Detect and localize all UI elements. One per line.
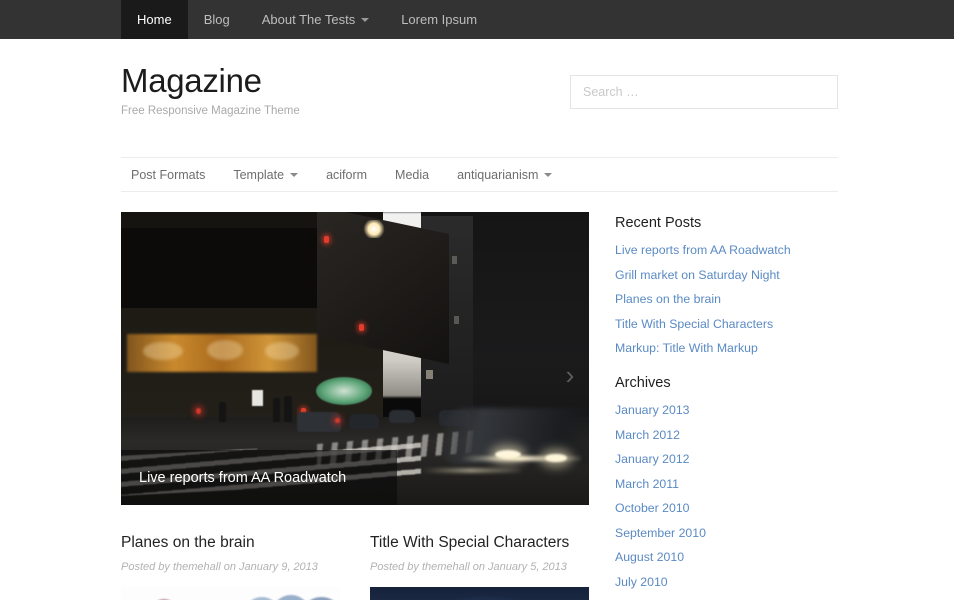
subnav-item-aciform[interactable]: aciform xyxy=(312,168,381,182)
nav-item-label: Home xyxy=(137,12,172,27)
recent-posts-list: Live reports from AA Roadwatch Grill mar… xyxy=(615,241,838,357)
widget-archives: Archives January 2013 March 2012 January… xyxy=(615,375,838,600)
page-inner: Magazine Free Responsive Magazine Theme … xyxy=(121,39,838,600)
post-meta: Posted by themehall on January 9, 2013 xyxy=(121,561,340,573)
winter-trees-image xyxy=(121,587,340,600)
list-item: Markup: Title With Markup xyxy=(615,339,838,357)
post-meta: Posted by themehall on January 5, 2013 xyxy=(370,561,589,573)
subnav-item-media[interactable]: Media xyxy=(381,168,443,182)
nav-item-label: About The Tests xyxy=(262,12,355,27)
nav-item-home[interactable]: Home xyxy=(121,0,188,39)
slider-next-arrow-icon[interactable]: › xyxy=(559,360,581,390)
light-trail xyxy=(421,468,521,473)
car xyxy=(389,410,415,423)
archive-link[interactable]: January 2012 xyxy=(615,452,690,466)
tail-light xyxy=(196,408,201,414)
recent-post-link[interactable]: Live reports from AA Roadwatch xyxy=(615,243,791,257)
widget-title: Recent Posts xyxy=(615,215,838,231)
archive-link[interactable]: October 2010 xyxy=(615,501,690,515)
subnav-item-post-formats[interactable]: Post Formats xyxy=(121,168,219,182)
page-wrapper: Magazine Free Responsive Magazine Theme … xyxy=(0,39,954,600)
list-item: Title With Special Characters xyxy=(615,315,838,333)
list-item: Grill market on Saturday Night xyxy=(615,266,838,284)
subnav-item-label: aciform xyxy=(326,168,367,182)
list-item: March 2011 xyxy=(615,475,838,493)
list-item: October 2010 xyxy=(615,499,838,517)
post-card: Planes on the brain Posted by themehall … xyxy=(121,533,340,600)
nav-item-label: Lorem Ipsum xyxy=(401,12,477,27)
recent-post-link[interactable]: Title With Special Characters xyxy=(615,317,773,331)
widget-title: Archives xyxy=(615,375,838,391)
recent-post-link[interactable]: Markup: Title With Markup xyxy=(615,341,758,355)
chevron-down-icon xyxy=(361,18,369,22)
list-item: March 2012 xyxy=(615,426,838,444)
subnav-item-label: Template xyxy=(233,168,284,182)
post-title[interactable]: Title With Special Characters xyxy=(370,533,589,553)
archive-link[interactable]: August 2010 xyxy=(615,550,684,564)
traffic-light xyxy=(324,236,329,243)
nav-item-about-the-tests[interactable]: About The Tests xyxy=(246,0,385,39)
light-trail xyxy=(461,456,581,461)
tail-light xyxy=(335,418,340,423)
dark-navy-image xyxy=(370,587,589,600)
branding: Magazine Free Responsive Magazine Theme xyxy=(121,61,300,117)
featured-caption-text: Live reports from AA Roadwatch xyxy=(139,470,346,486)
search-input[interactable] xyxy=(570,75,838,109)
list-item: August 2010 xyxy=(615,548,838,566)
featured-slider[interactable]: Live reports from AA Roadwatch › xyxy=(121,212,589,505)
post-thumbnail[interactable] xyxy=(121,587,340,600)
subnav-item-label: antiquarianism xyxy=(457,168,538,182)
car xyxy=(297,412,341,432)
archive-link[interactable]: March 2011 xyxy=(615,477,679,491)
archives-list: January 2013 March 2012 January 2012 Mar… xyxy=(615,401,838,600)
recent-post-link[interactable]: Planes on the brain xyxy=(615,292,721,306)
secondary-navigation: Post Formats Template aciform Media anti… xyxy=(121,157,838,192)
sidebar: Recent Posts Live reports from AA Roadwa… xyxy=(589,212,838,600)
nav-item-lorem-ipsum[interactable]: Lorem Ipsum xyxy=(385,0,493,39)
content-columns: Live reports from AA Roadwatch › Planes … xyxy=(121,192,838,600)
street-lamp-glow xyxy=(363,220,385,238)
archive-link[interactable]: July 2010 xyxy=(615,575,668,589)
archive-link[interactable]: January 2013 xyxy=(615,403,690,417)
pedestrian xyxy=(252,390,263,406)
recent-post-link[interactable]: Grill market on Saturday Night xyxy=(615,268,780,282)
site-tagline: Free Responsive Magazine Theme xyxy=(121,105,300,117)
list-item: January 2012 xyxy=(615,450,838,468)
site-title[interactable]: Magazine xyxy=(121,61,300,101)
archive-link[interactable]: March 2012 xyxy=(615,428,680,442)
main-content: Live reports from AA Roadwatch › Planes … xyxy=(121,212,589,600)
list-item: July 2010 xyxy=(615,573,838,591)
post-grid: Planes on the brain Posted by themehall … xyxy=(121,505,589,600)
pedestrian xyxy=(284,396,292,422)
subnav-item-label: Media xyxy=(395,168,429,182)
chevron-down-icon xyxy=(290,173,298,177)
post-title[interactable]: Planes on the brain xyxy=(121,533,340,553)
list-item: September 2010 xyxy=(615,524,838,542)
primary-navigation: Home Blog About The Tests Lorem Ipsum xyxy=(0,0,954,39)
traffic-light xyxy=(359,324,364,331)
post-thumbnail[interactable] xyxy=(370,587,589,600)
list-item: Planes on the brain xyxy=(615,290,838,308)
green-shop-sign xyxy=(316,377,372,405)
building-left-upper xyxy=(121,228,321,308)
pedestrian xyxy=(219,402,226,422)
subnav-item-label: Post Formats xyxy=(131,168,205,182)
car xyxy=(349,414,379,429)
list-item: Live reports from AA Roadwatch xyxy=(615,241,838,259)
nav-item-label: Blog xyxy=(204,12,230,27)
post-card: Title With Special Characters Posted by … xyxy=(370,533,589,600)
archive-link[interactable]: September 2010 xyxy=(615,526,706,540)
chevron-down-icon xyxy=(544,173,552,177)
pedestrian xyxy=(273,398,280,422)
site-header: Magazine Free Responsive Magazine Theme xyxy=(121,39,838,151)
nav-item-blog[interactable]: Blog xyxy=(188,0,246,39)
widget-recent-posts: Recent Posts Live reports from AA Roadwa… xyxy=(615,215,838,357)
featured-caption[interactable]: Live reports from AA Roadwatch xyxy=(121,450,397,505)
subnav-item-template[interactable]: Template xyxy=(219,168,312,182)
search-form xyxy=(570,61,838,109)
list-item: January 2013 xyxy=(615,401,838,419)
subnav-item-antiquarianism[interactable]: antiquarianism xyxy=(443,168,566,182)
